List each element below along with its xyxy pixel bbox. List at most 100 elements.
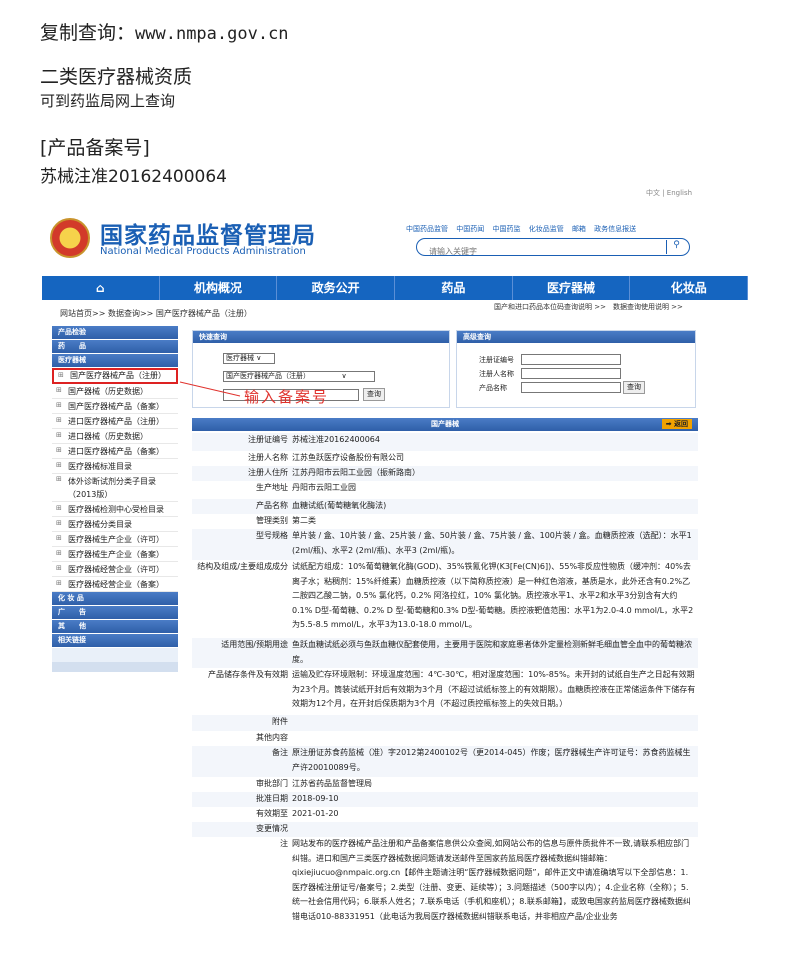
sidebar-item[interactable]: 医疗器械生产企业（备案）: [52, 546, 178, 562]
nav-gov[interactable]: 政务公开: [277, 276, 396, 300]
sidebar-item[interactable]: 国产器械（历史数据）: [52, 383, 178, 399]
sidebar-item[interactable]: 医疗器械标准目录: [52, 458, 178, 474]
detail-label: 产品储存条件及有效期: [208, 670, 288, 679]
detail-label: 管理类别: [256, 516, 288, 525]
field-label: 注册证编号: [479, 356, 514, 364]
category-select[interactable]: 医疗器械 ∨: [223, 353, 275, 364]
sidebar-cat-devices[interactable]: 医疗器械: [52, 354, 178, 367]
detail-label: 适用范围/预期用途: [221, 640, 288, 649]
search-icon[interactable]: ⚲: [666, 240, 686, 254]
sidebar-cat-other[interactable]: 其 他: [52, 620, 178, 633]
reg-no-input[interactable]: [521, 354, 621, 365]
detail-label: 其他内容: [256, 733, 288, 742]
detail-value: 第二类: [292, 516, 316, 525]
main-nav: ⌂ 机构概况 政务公开 药品 医疗器械 化妆品: [42, 276, 749, 300]
detail-row: 其他内容: [192, 731, 698, 746]
sidebar-item[interactable]: 进口医疗器械产品（注册）: [52, 413, 178, 429]
detail-row: 适用范围/预期用途 鱼跃血糖试纸必须与鱼跃血糖仪配套使用，主要用于医院和家庭患者体…: [192, 638, 698, 668]
sidebar-item[interactable]: 医疗器械分类目录: [52, 516, 178, 532]
detail-label: 生产地址: [256, 483, 288, 492]
nav-home[interactable]: ⌂: [42, 276, 160, 300]
toplink[interactable]: 中国药品监管: [406, 225, 448, 233]
detail-row: 变更情况: [192, 822, 698, 837]
search-input[interactable]: [417, 243, 657, 260]
detail-value: 江苏鱼跃医疗设备股份有限公司: [292, 453, 404, 462]
sidebar-spacer: [52, 662, 178, 672]
detail-value: 苏械注准20162400064: [292, 435, 380, 444]
detail-label: 有效期至: [256, 809, 288, 818]
detail-label: 型号规格: [256, 531, 288, 540]
detail-row: 注册人名称 江苏鱼跃医疗设备股份有限公司: [192, 451, 698, 466]
detail-row: 审批部门 江苏省药品监督管理局: [192, 777, 698, 792]
detail-row: 型号规格 单片装 / 盒、10片装 / 盒、25片装 / 盒、50片装 / 盒、7…: [192, 529, 698, 560]
detail-row: 备注 原注册证苏食药监械（准）字2012第2400102号（更2014-045）作…: [192, 746, 698, 777]
detail-label: 注册人住所: [248, 468, 288, 477]
detail-title: 国产器械: [431, 420, 459, 428]
detail-row: 管理类别 第二类: [192, 514, 698, 529]
detail-row: 附件: [192, 715, 698, 731]
field-registrant: 注册人名称: [479, 368, 621, 379]
sidebar-item[interactable]: 医疗器械经营企业（许可）: [52, 561, 178, 577]
detail-row: 批准日期 2018-09-10: [192, 792, 698, 807]
detail-label: 产品名称: [256, 501, 288, 510]
detail-row: 注网站发布的医疗器械产品注册和产品备案信息供公众查阅,如网站公布的信息与原件质批…: [192, 837, 698, 927]
detail-row: 产品名称 血糖试纸(葡萄糖氧化酶法): [192, 499, 698, 514]
detail-value: 网站发布的医疗器械产品注册和产品备案信息供公众查阅,如网站公布的信息与原件质批件…: [292, 839, 691, 921]
nav-drugs[interactable]: 药品: [395, 276, 513, 300]
sidebar-item[interactable]: 医疗器械经营企业（备案）: [52, 576, 178, 592]
detail-value: 试纸配方组成：10%葡萄糖氧化酶(GOD)、35%铁氰化钾(K3[Fe(CN)6…: [292, 562, 694, 629]
detail-value: 鱼跃血糖试纸必须与鱼跃血糖仪配套使用，主要用于医院和家庭患者体外定量检测新鲜毛细…: [292, 640, 692, 664]
nav-devices[interactable]: 医疗器械: [513, 276, 631, 300]
detail-value: 血糖试纸(葡萄糖氧化酶法): [292, 501, 387, 510]
sidebar-item[interactable]: 医疗器械检测中心受检目录: [52, 501, 178, 517]
registrant-input[interactable]: [521, 368, 621, 379]
sidebar-item[interactable]: 进口医疗器械产品（备案）: [52, 443, 178, 459]
database-select[interactable]: 国产医疗器械产品（注册） ∨: [223, 371, 375, 382]
intro-line-5: 苏械注准20162400064: [40, 167, 227, 187]
site-name-en: National Medical Products Administration: [100, 246, 306, 257]
toplink[interactable]: 政务信息报送: [594, 225, 636, 233]
callout-arrow: [179, 381, 241, 397]
sidebar-cat-testing[interactable]: 产品检验: [52, 326, 178, 339]
detail-label: 备注: [272, 748, 288, 757]
sidebar-item[interactable]: 医疗器械生产企业（许可）: [52, 531, 178, 547]
detail-value: 2018-09-10: [292, 794, 339, 803]
site-name-cn[interactable]: 国家药品监督管理局: [100, 216, 316, 250]
advanced-query-title: 高级查询: [457, 331, 695, 343]
sidebar-cat-links[interactable]: 相关链接: [52, 634, 178, 647]
toplink[interactable]: 邮箱: [572, 225, 586, 233]
sidebar-item[interactable]: 体外诊断试剂分类子目录（2013版）: [52, 473, 178, 502]
advanced-query-button[interactable]: 查询: [623, 381, 645, 394]
sidebar-item[interactable]: 国产医疗器械产品（注册）: [52, 368, 178, 384]
detail-label: 注册证编号: [248, 435, 288, 444]
intro-line-3: 可到药监局网上查询: [40, 92, 176, 110]
sidebar-cat-cosmetics[interactable]: 化 妆 品: [52, 592, 178, 605]
sidebar-item[interactable]: 国产医疗器械产品（备案）: [52, 398, 178, 414]
nav-about[interactable]: 机构概况: [160, 276, 278, 300]
product-input[interactable]: [521, 382, 621, 393]
site-search: ⚲: [416, 238, 690, 260]
detail-row: 生产地址 丹阳市云阳工业园: [192, 481, 698, 499]
language-switch[interactable]: 中文 | English: [646, 188, 692, 198]
breadcrumb[interactable]: 网站首页>> 数据查询>> 国产医疗器械产品（注册）: [60, 308, 252, 319]
sidebar-item[interactable]: 进口器械（历史数据）: [52, 428, 178, 444]
back-button[interactable]: ➡ 返回: [661, 419, 692, 429]
detail-label: 注: [280, 839, 288, 848]
sidebar-cat-drugs[interactable]: 药 品: [52, 340, 178, 353]
detail-label: 批准日期: [256, 794, 288, 803]
detail-value: 丹阳市云阳工业园: [292, 483, 356, 492]
nav-cosmetics[interactable]: 化妆品: [630, 276, 749, 300]
callout-text: 输入备案号: [244, 388, 330, 406]
breadcrumb-right-links[interactable]: 国产和进口药品本位码查询说明 >> 数据查询使用说明 >>: [494, 302, 683, 312]
field-label: 注册人名称: [479, 370, 514, 378]
toplink[interactable]: 化妆品监管: [529, 225, 564, 233]
sidebar-cat-ads[interactable]: 广 告: [52, 606, 178, 619]
quick-query-button[interactable]: 查询: [363, 388, 385, 401]
toplink[interactable]: 中国药闻: [456, 225, 484, 233]
toplink[interactable]: 中国药监: [492, 225, 520, 233]
detail-value: 原注册证苏食药监械（准）字2012第2400102号（更2014-045）作废；…: [292, 748, 691, 772]
detail-label: 变更情况: [256, 824, 288, 833]
field-reg-no: 注册证编号: [479, 354, 621, 365]
detail-row: 有效期至 2021-01-20: [192, 807, 698, 822]
detail-label: 附件: [272, 717, 288, 726]
